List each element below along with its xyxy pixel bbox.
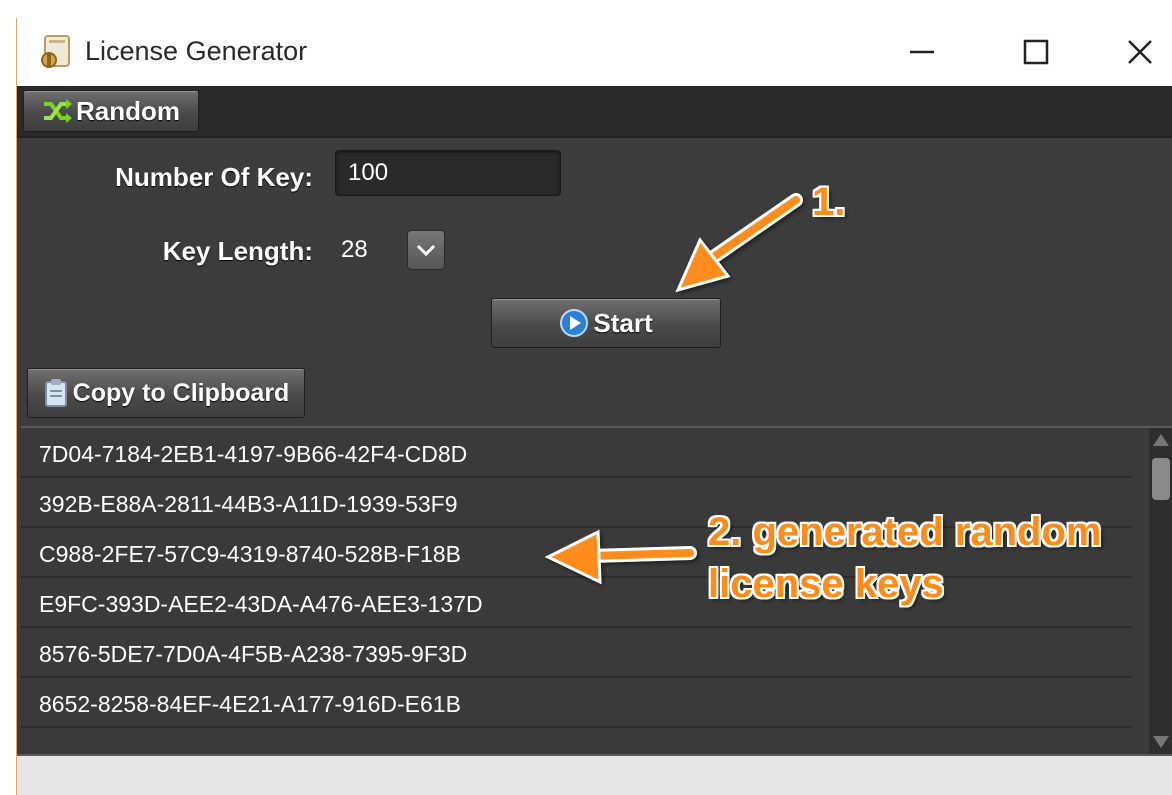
key-length-dropdown-button[interactable] [407,230,445,270]
toolbar: Random [17,86,1172,138]
number-of-key-input[interactable] [335,150,561,196]
copy-label: Copy to Clipboard [72,378,290,407]
annotation-step-1: 1. [812,180,846,224]
annotation-step-2-line2: license keys [708,562,944,606]
clipboard-icon [44,379,67,407]
close-button[interactable] [1097,18,1172,86]
window-title: License Generator [85,36,308,66]
status-bar [17,754,1172,795]
scroll-thumb[interactable] [1152,458,1170,500]
list-item[interactable]: 8652-8258-84EF-4E21-A177-916D-E61B [21,678,1131,728]
scroll-down-arrow-icon[interactable] [1153,736,1169,748]
annotation-step-2-line1: 2. generated random [708,510,1102,554]
start-label: Start [593,307,653,338]
chevron-down-icon [416,244,436,257]
scroll-up-arrow-icon[interactable] [1153,434,1169,446]
key-length-select[interactable]: 28 [335,226,447,272]
random-label: Random [76,95,180,126]
number-of-key-label: Number Of Key: [115,162,313,192]
key-length-value: 28 [341,236,368,263]
play-icon [560,309,589,337]
minimize-icon [910,50,934,54]
list-item-partial[interactable] [21,728,1131,754]
title-bar: License Generator [17,18,1172,86]
close-icon [1128,40,1152,64]
annotation-step-2: 2. generated random license keys [708,506,1101,610]
key-length-label: Key Length: [162,236,313,266]
copy-to-clipboard-button[interactable]: Copy to Clipboard [27,368,305,418]
maximize-button[interactable] [993,18,1079,86]
maximize-icon [1023,39,1049,65]
list-scrollbar[interactable] [1149,428,1172,754]
random-button[interactable]: Random [23,90,199,132]
app-icon [41,35,70,68]
license-generator-window: License Generator Random Number Of Key: … [16,18,1172,795]
start-button[interactable]: Start [491,298,721,348]
list-item[interactable]: 7D04-7184-2EB1-4197-9B66-42F4-CD8D [21,428,1131,478]
list-item[interactable]: 8576-5DE7-7D0A-4F5B-A238-7395-9F3D [21,628,1131,678]
shuffle-icon [44,99,72,123]
minimize-button[interactable] [879,18,965,86]
